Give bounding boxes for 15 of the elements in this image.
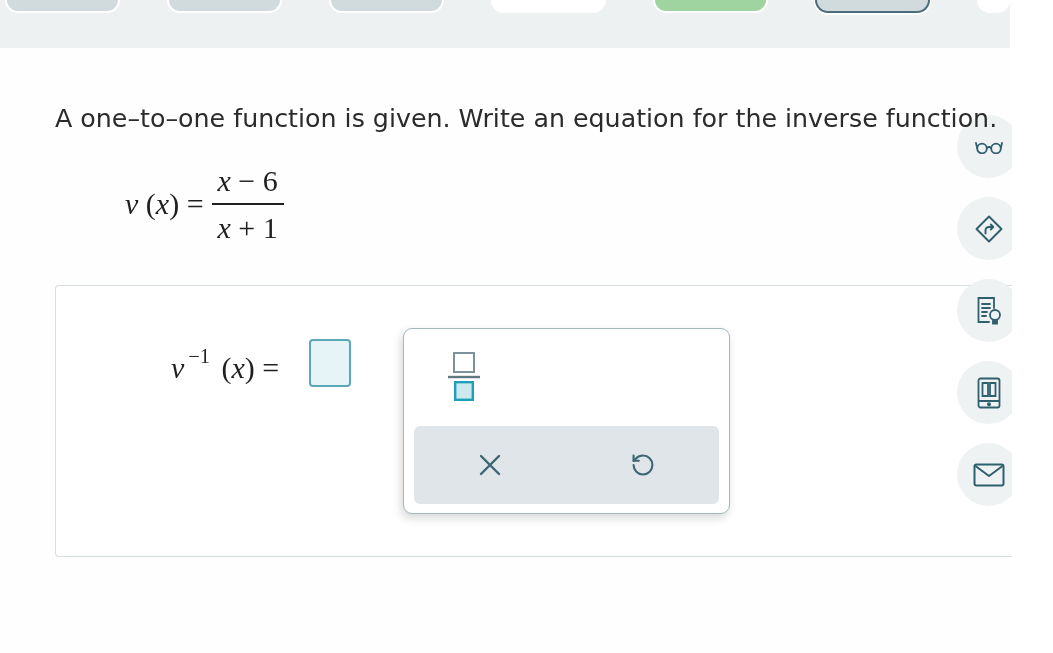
document-lightbulb-icon [975,295,1002,326]
tablet-book-icon [976,376,1001,409]
answer-box[interactable] [309,338,352,387]
fraction-numerator: x − 6 [217,164,278,198]
undo-icon [631,453,654,476]
close-icon [479,453,502,476]
envelope-icon [972,462,1005,487]
question-text: A one–to–one function is given. Write an equation for the inverse function. [55,104,998,134]
diamond-arrow-button[interactable] [957,197,1012,260]
function-expression: v (x) = [125,187,204,222]
glasses-icon [974,139,1003,154]
inverse-function-expression: v$^{−1}$ (x) = [171,344,280,386]
diamond-arrow-icon [974,214,1003,243]
fraction-denominator: x + 1 [217,210,278,245]
fraction-icon [448,351,480,402]
